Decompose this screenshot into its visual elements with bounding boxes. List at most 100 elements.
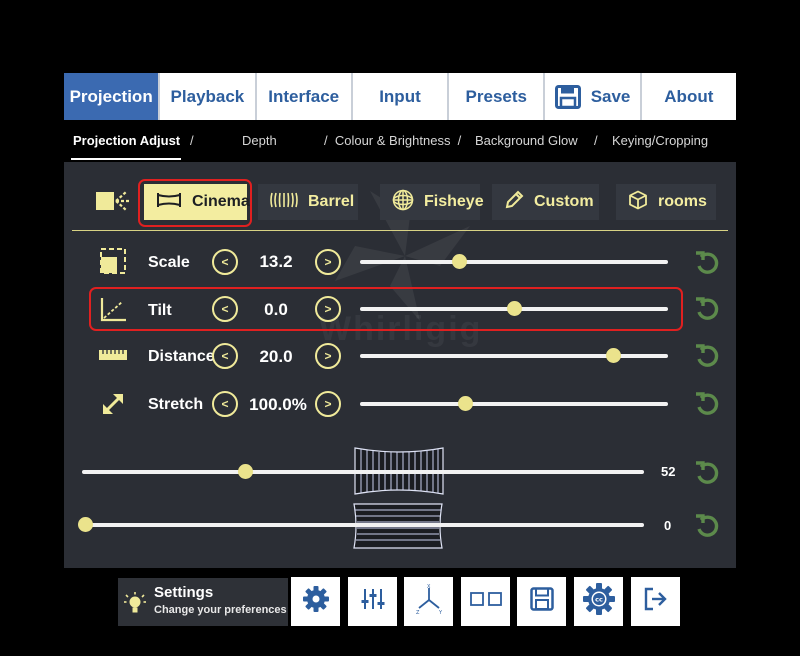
mode-divider [72, 230, 728, 231]
mode-rooms-button[interactable]: rooms [616, 184, 716, 220]
tab-input[interactable]: Input [352, 73, 450, 120]
tilt-angle-icon [100, 296, 128, 327]
curvature-grid-bottom-icon [352, 502, 444, 555]
mode-barrel-label: Barrel [308, 193, 355, 210]
diagonal-arrow-icon [100, 391, 126, 422]
stretch-decrease-button[interactable]: < [212, 391, 238, 417]
chevron-left-icon: < [221, 255, 229, 269]
vertical-curve-slider[interactable] [78, 517, 644, 532]
tab-about[interactable]: About [641, 73, 736, 120]
tilt-slider-knob[interactable] [507, 301, 522, 316]
scale-icon [100, 248, 126, 279]
tab-playback-label: Playback [170, 86, 245, 106]
subnav-projection-adjust[interactable]: Projection Adjust [73, 133, 180, 148]
tab-playback[interactable]: Playback [160, 73, 257, 120]
vertical-curve-value: 0 [664, 518, 672, 533]
scale-value: 13.2 [259, 252, 293, 271]
tab-interface-label: Interface [268, 86, 340, 106]
scale-slider[interactable] [360, 254, 668, 269]
stretch-slider-knob[interactable] [457, 396, 473, 411]
subnav-separator: / [594, 133, 598, 148]
distance-slider-knob[interactable] [605, 348, 621, 363]
horizontal-curve-reset-icon[interactable] [694, 460, 720, 486]
mode-custom-button[interactable]: Custom [492, 184, 599, 220]
tilt-reset-icon[interactable] [694, 296, 720, 322]
tab-input-label: Input [379, 86, 421, 106]
pencil-icon [504, 190, 524, 215]
subnav-colour-brightness[interactable]: / Colour & Brightness / [324, 133, 461, 148]
gear-icon [301, 584, 331, 619]
exit-button[interactable] [631, 577, 680, 626]
mode-rooms-label: rooms [658, 193, 707, 210]
scale-label: Scale [148, 254, 190, 271]
dual-screen-button[interactable] [461, 577, 510, 626]
svg-text:Z: Z [416, 610, 420, 615]
gear-settings-button[interactable] [291, 577, 340, 626]
scale-increase-button[interactable]: > [315, 249, 341, 275]
subnav-background-glow[interactable]: Background Glow [475, 133, 578, 148]
settings-title: Settings [154, 584, 214, 601]
scale-slider-knob[interactable] [451, 254, 467, 269]
ruler-icon [98, 348, 128, 366]
stretch-increase-button[interactable]: > [315, 391, 341, 417]
mode-cinema-button[interactable]: Cinema [144, 184, 250, 220]
active-subtab-underline [71, 158, 181, 160]
tilt-label: Tilt [148, 302, 172, 319]
tab-interface[interactable]: Interface [256, 73, 353, 120]
axes-xyz-icon: X Z Y [413, 583, 445, 620]
save-preset-button[interactable] [517, 577, 566, 626]
tilt-slider[interactable] [360, 301, 668, 316]
distance-value: 20.0 [259, 347, 293, 366]
tilt-decrease-button[interactable]: < [212, 296, 238, 322]
subnav-separator: / [190, 133, 194, 148]
chevron-right-icon: > [324, 302, 332, 316]
chevron-left-icon: < [221, 397, 229, 411]
equalizer-button[interactable] [348, 577, 397, 626]
subnav-keying-cropping[interactable]: Keying/Cropping [612, 133, 708, 148]
scale-reset-icon[interactable] [694, 250, 720, 276]
horizontal-curve-slider-knob[interactable] [237, 464, 253, 479]
distance-reset-icon[interactable] [694, 343, 720, 369]
distance-increase-button[interactable]: > [315, 343, 341, 369]
cc-gear-icon: cc [581, 581, 617, 622]
chevron-right-icon: > [324, 255, 332, 269]
chevron-left-icon: < [221, 302, 229, 316]
fisheye-icon [392, 189, 414, 216]
floppy-disk-icon [554, 84, 581, 109]
scale-decrease-button[interactable]: < [212, 249, 238, 275]
distance-decrease-button[interactable]: < [212, 343, 238, 369]
horizontal-curve-slider[interactable] [82, 464, 644, 479]
cc-settings-button[interactable]: cc [574, 577, 623, 626]
stretch-slider[interactable] [360, 396, 668, 411]
floppy-disk-icon [529, 587, 554, 616]
tilt-increase-button[interactable]: > [315, 296, 341, 322]
axes-button[interactable]: X Z Y [404, 577, 453, 626]
subnav-depth[interactable]: Depth [242, 133, 277, 148]
mode-barrel-button[interactable]: Barrel [258, 184, 358, 220]
tab-presets-label: Presets [465, 86, 527, 106]
mode-fisheye-label: Fisheye [424, 193, 484, 210]
sub-navigation: Projection Adjust / Depth / Colour & Bri… [64, 120, 736, 162]
whirligig-watermark: Whirligig [319, 310, 483, 348]
settings-card[interactable]: Settings Change your preferences [118, 578, 288, 626]
tab-projection[interactable]: Projection [64, 73, 161, 120]
barrel-icon [270, 191, 298, 214]
vertical-curve-slider-knob[interactable] [78, 517, 93, 532]
chevron-right-icon: > [324, 349, 332, 363]
tilt-value: 0.0 [264, 300, 288, 319]
distance-slider[interactable] [360, 348, 668, 363]
stretch-value: 100.0% [249, 395, 307, 414]
svg-text:X: X [427, 584, 431, 590]
tab-about-label: About [664, 86, 714, 106]
tab-save[interactable]: Save [545, 73, 642, 120]
mode-fisheye-button[interactable]: Fisheye [380, 184, 484, 220]
stretch-reset-icon[interactable] [694, 391, 720, 417]
settings-subtitle: Change your preferences [154, 604, 287, 616]
lightbulb-icon [122, 591, 148, 622]
distance-label: Distance [148, 348, 215, 365]
vertical-curve-reset-icon[interactable] [694, 513, 720, 539]
tab-presets[interactable]: Presets [449, 73, 546, 120]
mode-cinema-label: Cinema [192, 193, 250, 210]
projection-adjust-panel: Whirligig Cinema Barrel Fisheye Custom r… [64, 162, 736, 568]
exit-icon [643, 586, 669, 617]
